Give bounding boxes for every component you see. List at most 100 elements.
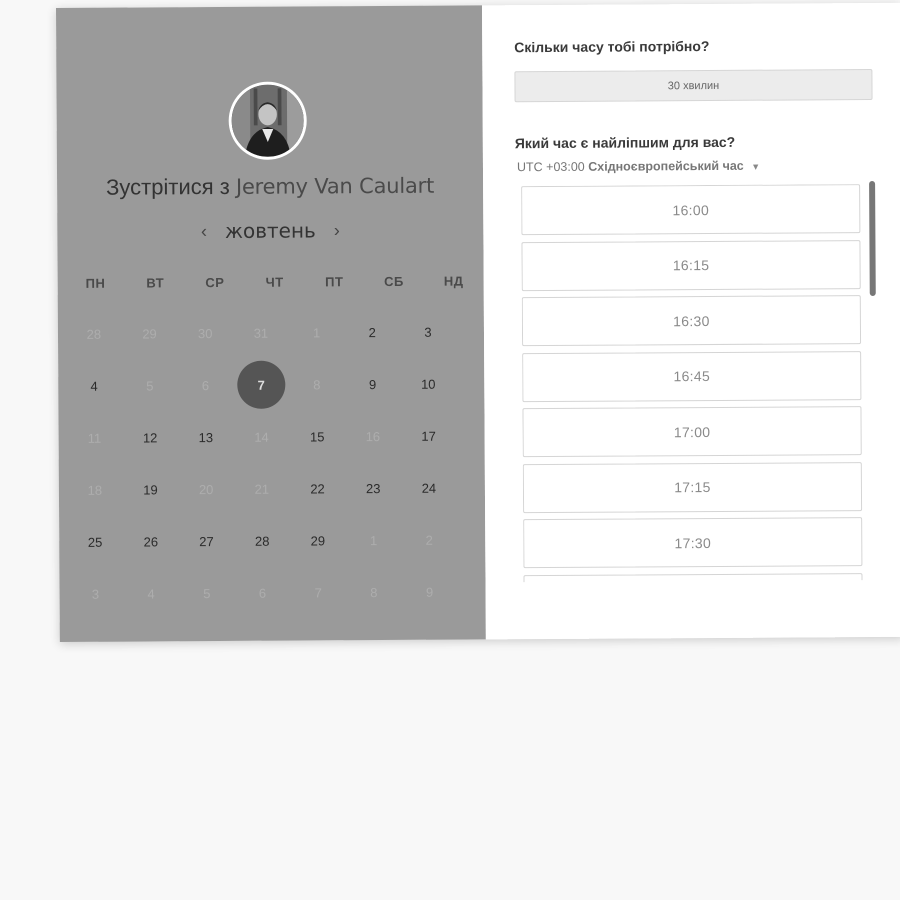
calendar-day: 28 xyxy=(66,310,122,358)
day-number: 13 xyxy=(198,429,214,445)
day-number: 21 xyxy=(254,481,270,497)
calendar-day[interactable]: 27 xyxy=(178,517,234,565)
calendar-day[interactable]: 26 xyxy=(123,517,179,565)
calendar-day: 21 xyxy=(234,465,290,513)
time-slot[interactable]: 17:30 xyxy=(523,517,863,569)
meet-prefix: Зустрітися з xyxy=(106,173,230,200)
calendar-day[interactable]: 12 xyxy=(122,413,178,461)
calendar-day[interactable]: 13 xyxy=(178,413,234,461)
day-number: 22 xyxy=(310,480,325,496)
avatar xyxy=(228,81,307,160)
day-number: 28 xyxy=(86,326,102,342)
scrollbar[interactable] xyxy=(869,180,876,297)
calendar-week: 4 5 6 7 8 9 10 xyxy=(66,357,484,412)
calendar-day: 31 xyxy=(233,309,289,357)
time-slot[interactable]: 16:00 xyxy=(521,184,861,236)
duration-question: Скільки часу тобі потрібно? xyxy=(514,38,710,56)
calendar-day: 20 xyxy=(178,465,234,513)
meeting-title: Зустрітися з Jeremy Van Caulart xyxy=(57,172,483,201)
day-number: 4 xyxy=(90,378,98,394)
month-label: жовтень xyxy=(224,218,316,243)
calendar-day[interactable]: 24 xyxy=(401,464,457,512)
day-number: 5 xyxy=(203,585,211,601)
day-number: 30 xyxy=(197,325,213,341)
day-number: 23 xyxy=(365,480,381,496)
time-panel: Скільки часу тобі потрібно? 30 хвилин Як… xyxy=(481,2,900,640)
day-number: 3 xyxy=(424,324,432,340)
calendar-day[interactable]: 29 xyxy=(290,516,346,564)
time-slot[interactable]: 17:15 xyxy=(522,461,863,513)
day-number: 1 xyxy=(312,324,321,340)
calendar-day: 29 xyxy=(122,309,178,357)
host-photo xyxy=(231,84,304,157)
chevron-left-icon[interactable]: ‹ xyxy=(197,221,211,242)
month-navigation: ‹ жовтень › xyxy=(57,217,483,244)
calendar-day[interactable]: 15 xyxy=(289,412,345,460)
duration-select[interactable]: 30 хвилин xyxy=(514,69,873,103)
day-number: 1 xyxy=(369,532,378,548)
calendar-day: 6 xyxy=(178,361,234,409)
time-slot[interactable] xyxy=(523,572,863,583)
calendar-day-selected[interactable]: 7 xyxy=(233,360,289,409)
calendar-week: 18 19 20 21 22 23 24 xyxy=(67,461,485,516)
calendar-week: 11 12 13 14 15 16 17 xyxy=(66,409,484,464)
day-number: 10 xyxy=(420,376,436,392)
day-number: 20 xyxy=(198,481,214,497)
day-number: 25 xyxy=(87,534,103,550)
calendar-day: 7 xyxy=(290,568,346,616)
day-number: 11 xyxy=(87,430,102,446)
weekday-label: ПТ xyxy=(325,274,344,290)
calendar-day[interactable]: 23 xyxy=(345,464,401,512)
weekday-header: ПН ВТ СР ЧТ ПТ СБ НД xyxy=(66,273,484,291)
time-question: Який час є найліпшим для вас? xyxy=(514,133,736,152)
calendar-day: 2 xyxy=(401,516,457,564)
calendar-day[interactable]: 3 xyxy=(400,308,456,356)
timezone-name: Східноєвропейський час xyxy=(588,158,744,174)
time-slot[interactable]: 16:30 xyxy=(521,295,862,347)
timezone-select[interactable]: UTC +03:00 Східноєвропейський час ▼ xyxy=(517,159,760,174)
day-number: 12 xyxy=(142,429,158,445)
calendar-week: 3 4 5 6 7 8 9 xyxy=(67,565,485,620)
time-slot[interactable]: 16:15 xyxy=(521,239,861,291)
calendar-day[interactable]: 10 xyxy=(400,360,456,408)
day-number: 15 xyxy=(309,428,325,444)
calendar-day[interactable]: 22 xyxy=(290,464,346,512)
calendar-day[interactable]: 9 xyxy=(345,360,401,408)
timezone-offset: UTC +03:00 xyxy=(516,159,585,175)
host-name: Jeremy Van Caulart xyxy=(235,173,435,199)
calendar-day: 8 xyxy=(289,360,345,408)
time-slot[interactable]: 16:45 xyxy=(522,350,862,402)
time-slot[interactable]: 17:00 xyxy=(522,406,862,458)
calendar-day[interactable]: 17 xyxy=(401,412,457,460)
weekday-label: СР xyxy=(205,274,225,291)
calendar-day: 5 xyxy=(122,361,178,409)
day-number: 6 xyxy=(201,377,210,393)
calendar-day[interactable]: 4 xyxy=(66,362,122,410)
calendar-day: 9 xyxy=(402,568,458,616)
day-number: 17 xyxy=(421,428,436,444)
calendar-day[interactable]: 28 xyxy=(234,517,290,565)
calendar-day: 18 xyxy=(67,466,123,514)
chevron-right-icon[interactable]: › xyxy=(330,220,344,241)
day-number: 19 xyxy=(143,481,158,497)
day-number: 29 xyxy=(310,532,326,548)
day-number: 24 xyxy=(421,480,437,496)
calendar-day: 5 xyxy=(179,569,235,617)
weekday-label: ЧТ xyxy=(265,274,284,290)
day-number: 6 xyxy=(258,585,267,601)
calendar-day: 4 xyxy=(123,569,179,617)
day-number: 28 xyxy=(254,533,270,549)
day-number: 8 xyxy=(313,376,321,392)
weekday-label: НД xyxy=(443,273,464,289)
day-number: 9 xyxy=(425,584,434,600)
calendar-day: 11 xyxy=(66,414,122,462)
day-number: 2 xyxy=(368,324,376,340)
calendar-day[interactable]: 25 xyxy=(67,518,123,566)
calendar-day[interactable]: 19 xyxy=(122,465,178,513)
calendar-day: 30 xyxy=(177,309,233,357)
day-number: 7 xyxy=(237,360,286,409)
calendar-day[interactable]: 2 xyxy=(344,308,400,356)
booking-card: Зустрітися з Jeremy Van Caulart ‹ жовтен… xyxy=(56,2,900,642)
calendar-day: 1 xyxy=(346,516,402,564)
calendar-day: 6 xyxy=(234,569,290,617)
